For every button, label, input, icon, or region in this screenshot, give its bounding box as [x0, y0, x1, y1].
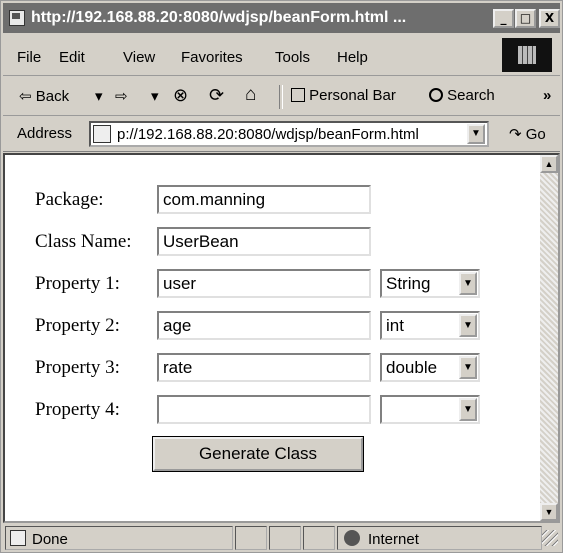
toolbar-separator — [279, 85, 283, 109]
address-dropdown-button[interactable]: ▼ — [467, 124, 485, 144]
generate-class-button[interactable]: Generate Class — [152, 436, 364, 472]
status-text: Done — [32, 531, 68, 548]
personal-bar-button[interactable]: Personal Bar — [291, 87, 396, 104]
personal-bar-icon — [291, 88, 305, 102]
close-button[interactable]: X — [539, 9, 560, 28]
status-cell — [235, 526, 267, 550]
vertical-scrollbar[interactable]: ▲ ▼ — [540, 155, 558, 521]
back-button[interactable]: ⇦ Back — [19, 87, 69, 105]
stop-icon[interactable]: ⊗ — [173, 85, 188, 106]
property-1-type-value: String — [386, 274, 431, 293]
go-button[interactable]: ↷ Go — [509, 125, 546, 143]
menu-help[interactable]: Help — [337, 49, 368, 66]
maximize-button[interactable]: □ — [515, 9, 536, 28]
chevron-down-icon[interactable]: ▼ — [459, 314, 477, 337]
address-label: Address — [17, 125, 73, 142]
property-3-label: Property 3: — [35, 357, 120, 378]
property-3-input[interactable]: rate — [157, 353, 371, 382]
property-1-label: Property 1: — [35, 273, 120, 294]
home-icon[interactable]: ⌂ — [245, 84, 256, 106]
minimize-button[interactable]: _ — [493, 9, 514, 28]
property-4-input[interactable] — [157, 395, 371, 424]
package-input[interactable]: com.manning — [157, 185, 371, 214]
address-url: p://192.168.88.20:8080/wdjsp/beanForm.ht… — [117, 126, 419, 143]
go-label: Go — [525, 126, 546, 143]
package-label: Package: — [35, 189, 104, 210]
page-content: ▲ ▼ Package: com.manning Class Name: Use… — [3, 153, 560, 523]
zone-label: Internet — [368, 531, 419, 548]
security-zone-cell: Internet — [337, 526, 542, 550]
property-3-type-select[interactable]: double ▼ — [380, 353, 480, 382]
class-name-label: Class Name: — [35, 231, 132, 252]
back-label: Back — [35, 88, 70, 105]
go-arrow-icon: ↷ — [509, 126, 522, 143]
menu-view[interactable]: View — [123, 49, 155, 66]
status-cell — [303, 526, 335, 550]
globe-icon — [344, 530, 360, 546]
back-dropdown-icon[interactable]: ▾ — [95, 87, 103, 105]
search-icon — [429, 88, 443, 102]
resize-grip[interactable] — [542, 530, 558, 546]
property-1-type-select[interactable]: String ▼ — [380, 269, 480, 298]
status-main-cell: Done — [5, 526, 233, 550]
toolbar: ⇦ Back ▾ ⇨ ▾ ⊗ ⟳ ⌂ Personal Bar Search » — [3, 77, 560, 116]
browser-window: http://192.168.88.20:8080/wdjsp/beanForm… — [0, 0, 563, 553]
scroll-up-button[interactable]: ▲ — [540, 155, 558, 173]
chevron-down-icon[interactable]: ▼ — [459, 356, 477, 379]
refresh-icon[interactable]: ⟳ — [209, 85, 224, 106]
forward-dropdown-icon[interactable]: ▾ — [151, 87, 159, 105]
forward-button[interactable]: ⇨ — [115, 87, 128, 105]
page-done-icon — [10, 530, 26, 546]
search-label: Search — [447, 87, 495, 104]
menu-edit[interactable]: Edit — [59, 49, 85, 66]
personal-bar-label: Personal Bar — [309, 87, 396, 104]
scroll-down-button[interactable]: ▼ — [540, 503, 558, 521]
menu-file[interactable]: File — [17, 49, 41, 66]
status-bar: Done Internet — [3, 524, 560, 552]
window-title: http://192.168.88.20:8080/wdjsp/beanForm… — [31, 9, 407, 26]
menu-tools[interactable]: Tools — [275, 49, 310, 66]
property-2-input[interactable]: age — [157, 311, 371, 340]
property-2-label: Property 2: — [35, 315, 120, 336]
chevron-down-icon[interactable]: ▼ — [459, 272, 477, 295]
property-4-type-select[interactable]: ▼ — [380, 395, 480, 424]
property-1-input[interactable]: user — [157, 269, 371, 298]
page-icon — [9, 10, 25, 26]
class-name-input[interactable]: UserBean — [157, 227, 371, 256]
address-bar: Address p://192.168.88.20:8080/wdjsp/bea… — [3, 117, 560, 152]
property-4-label: Property 4: — [35, 399, 120, 420]
property-2-type-value: int — [386, 316, 404, 335]
search-button[interactable]: Search — [429, 87, 495, 104]
page-icon — [93, 125, 111, 143]
menu-bar: File Edit View Favorites Tools Help — [3, 35, 560, 76]
title-bar[interactable]: http://192.168.88.20:8080/wdjsp/beanForm… — [3, 3, 560, 33]
status-cell — [269, 526, 301, 550]
menu-favorites[interactable]: Favorites — [181, 49, 243, 66]
back-arrow-icon: ⇦ — [19, 88, 32, 105]
address-input[interactable]: p://192.168.88.20:8080/wdjsp/beanForm.ht… — [89, 121, 489, 147]
property-2-type-select[interactable]: int ▼ — [380, 311, 480, 340]
property-3-type-value: double — [386, 358, 438, 377]
toolbar-more-icon[interactable]: » — [543, 87, 551, 104]
chevron-down-icon[interactable]: ▼ — [459, 398, 477, 421]
windows-logo-icon — [502, 38, 552, 72]
